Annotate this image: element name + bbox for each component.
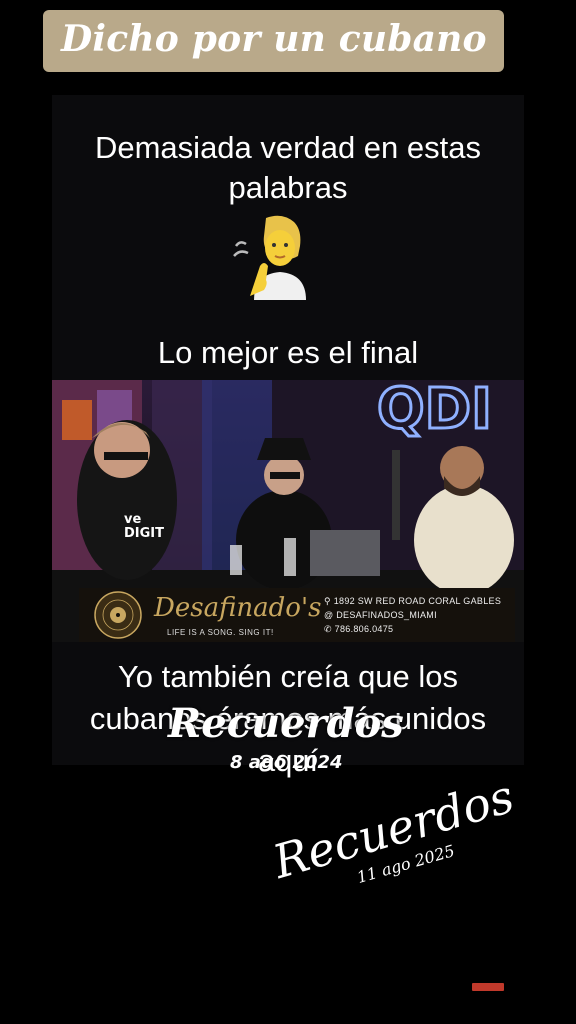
video-still: QDI ve DIGIT Desafinado's LIFE IS A SONG… bbox=[52, 380, 524, 642]
shirt-print-line-1: ve bbox=[124, 512, 141, 527]
caption-final: Lo mejor es el final bbox=[157, 335, 419, 370]
handle-row: @ DESAFINADOS_MIAMI bbox=[324, 610, 437, 620]
qdi-neon-logo: QDI bbox=[377, 380, 492, 442]
caption-line-2: palabras bbox=[228, 170, 348, 205]
caption-line-1: Demasiada verdad en estas bbox=[94, 130, 481, 165]
video-frame: Dicho por un cubano Demasiada verdad en … bbox=[0, 0, 576, 1024]
caption-top: Demasiada verdad en estas palabras bbox=[0, 128, 576, 208]
recuerdos-overlay-1: Recuerdos bbox=[168, 700, 404, 747]
phone-row: ✆ 786.806.0475 bbox=[324, 624, 393, 635]
title-banner: Dicho por un cubano bbox=[43, 10, 504, 72]
shirt-print-line-2: DIGIT bbox=[124, 526, 164, 541]
brand-slogan: LIFE IS A SONG. SING IT! bbox=[167, 628, 274, 637]
address-row: ⚲ 1892 SW RED ROAD CORAL GABLES bbox=[324, 596, 501, 607]
handle-text: DESAFINADOS_MIAMI bbox=[336, 610, 437, 620]
recuerdos-date-1: 8 ago 2024 bbox=[230, 752, 343, 773]
phone-text: 786.806.0475 bbox=[334, 624, 394, 634]
address-text: 1892 SW RED ROAD CORAL GABLES bbox=[333, 596, 502, 606]
location-pin-icon: ⚲ bbox=[324, 596, 334, 606]
sponsor-banner: Desafinado's LIFE IS A SONG. SING IT! ⚲ … bbox=[79, 588, 515, 642]
vinyl-record-icon bbox=[94, 591, 142, 639]
person-with-hand-to-ear-icon bbox=[233, 215, 306, 300]
title-text: Dicho por un cubano bbox=[61, 18, 487, 60]
at-icon: @ bbox=[324, 610, 337, 620]
corner-watermark-badge bbox=[472, 983, 504, 991]
phone-icon: ✆ bbox=[324, 624, 335, 634]
caption-line-4: Yo también creía que los bbox=[117, 659, 459, 694]
brand-name: Desafinado's bbox=[154, 593, 322, 623]
